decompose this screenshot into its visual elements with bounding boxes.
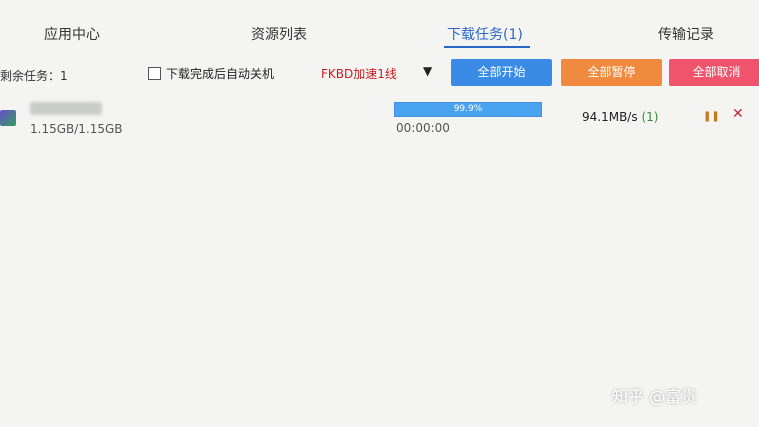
download-task-row: 1.15GB/1.15GB 99.9% 00:00:00 94.1MB/s (1… [0, 96, 759, 146]
progress-percent: 99.9% [453, 104, 483, 114]
watermark: 知乎 @富贵 [612, 387, 698, 406]
remaining-tasks-label: 剩余任务：1 [0, 69, 68, 83]
speed-value: 94.1MB/s [582, 110, 638, 124]
tab-bar: 应用中心 资源列表 下载任务(1) 传输记录 [0, 0, 759, 52]
file-size: 1.15GB/1.15GB [30, 122, 123, 136]
pause-icon[interactable]: ❚❚ [703, 111, 720, 122]
file-name-blurred [30, 102, 102, 115]
start-all-button[interactable]: 全部开始 [451, 59, 552, 86]
auto-shutdown-label[interactable]: 下载完成后自动关机 [166, 65, 274, 82]
tab-app-center[interactable]: 应用中心 [44, 24, 100, 44]
cancel-all-button[interactable]: 全部取消 [669, 59, 759, 86]
file-icon [0, 110, 16, 126]
download-speed: 94.1MB/s (1) [582, 110, 658, 124]
tab-resource-list[interactable]: 资源列表 [251, 24, 307, 44]
close-icon[interactable]: ✕ [732, 106, 744, 122]
progress-bar: 99.9% [394, 102, 542, 117]
route-select[interactable]: FKBD加速1线 [321, 65, 397, 82]
elapsed-time: 00:00:00 [396, 121, 450, 135]
tab-download-tasks[interactable]: 下载任务(1) [447, 24, 523, 44]
active-tab-indicator [444, 46, 530, 48]
chevron-down-icon[interactable]: ▼ [423, 64, 432, 78]
pause-all-button[interactable]: 全部暂停 [561, 59, 662, 86]
task-toolbar: 剩余任务：1 下载完成后自动关机 FKBD加速1线 ▼ 全部开始 全部暂停 全部… [0, 54, 759, 94]
auto-shutdown-checkbox[interactable] [148, 67, 161, 80]
tab-transfer-records[interactable]: 传输记录 [658, 24, 714, 44]
connection-count: (1) [641, 110, 659, 124]
